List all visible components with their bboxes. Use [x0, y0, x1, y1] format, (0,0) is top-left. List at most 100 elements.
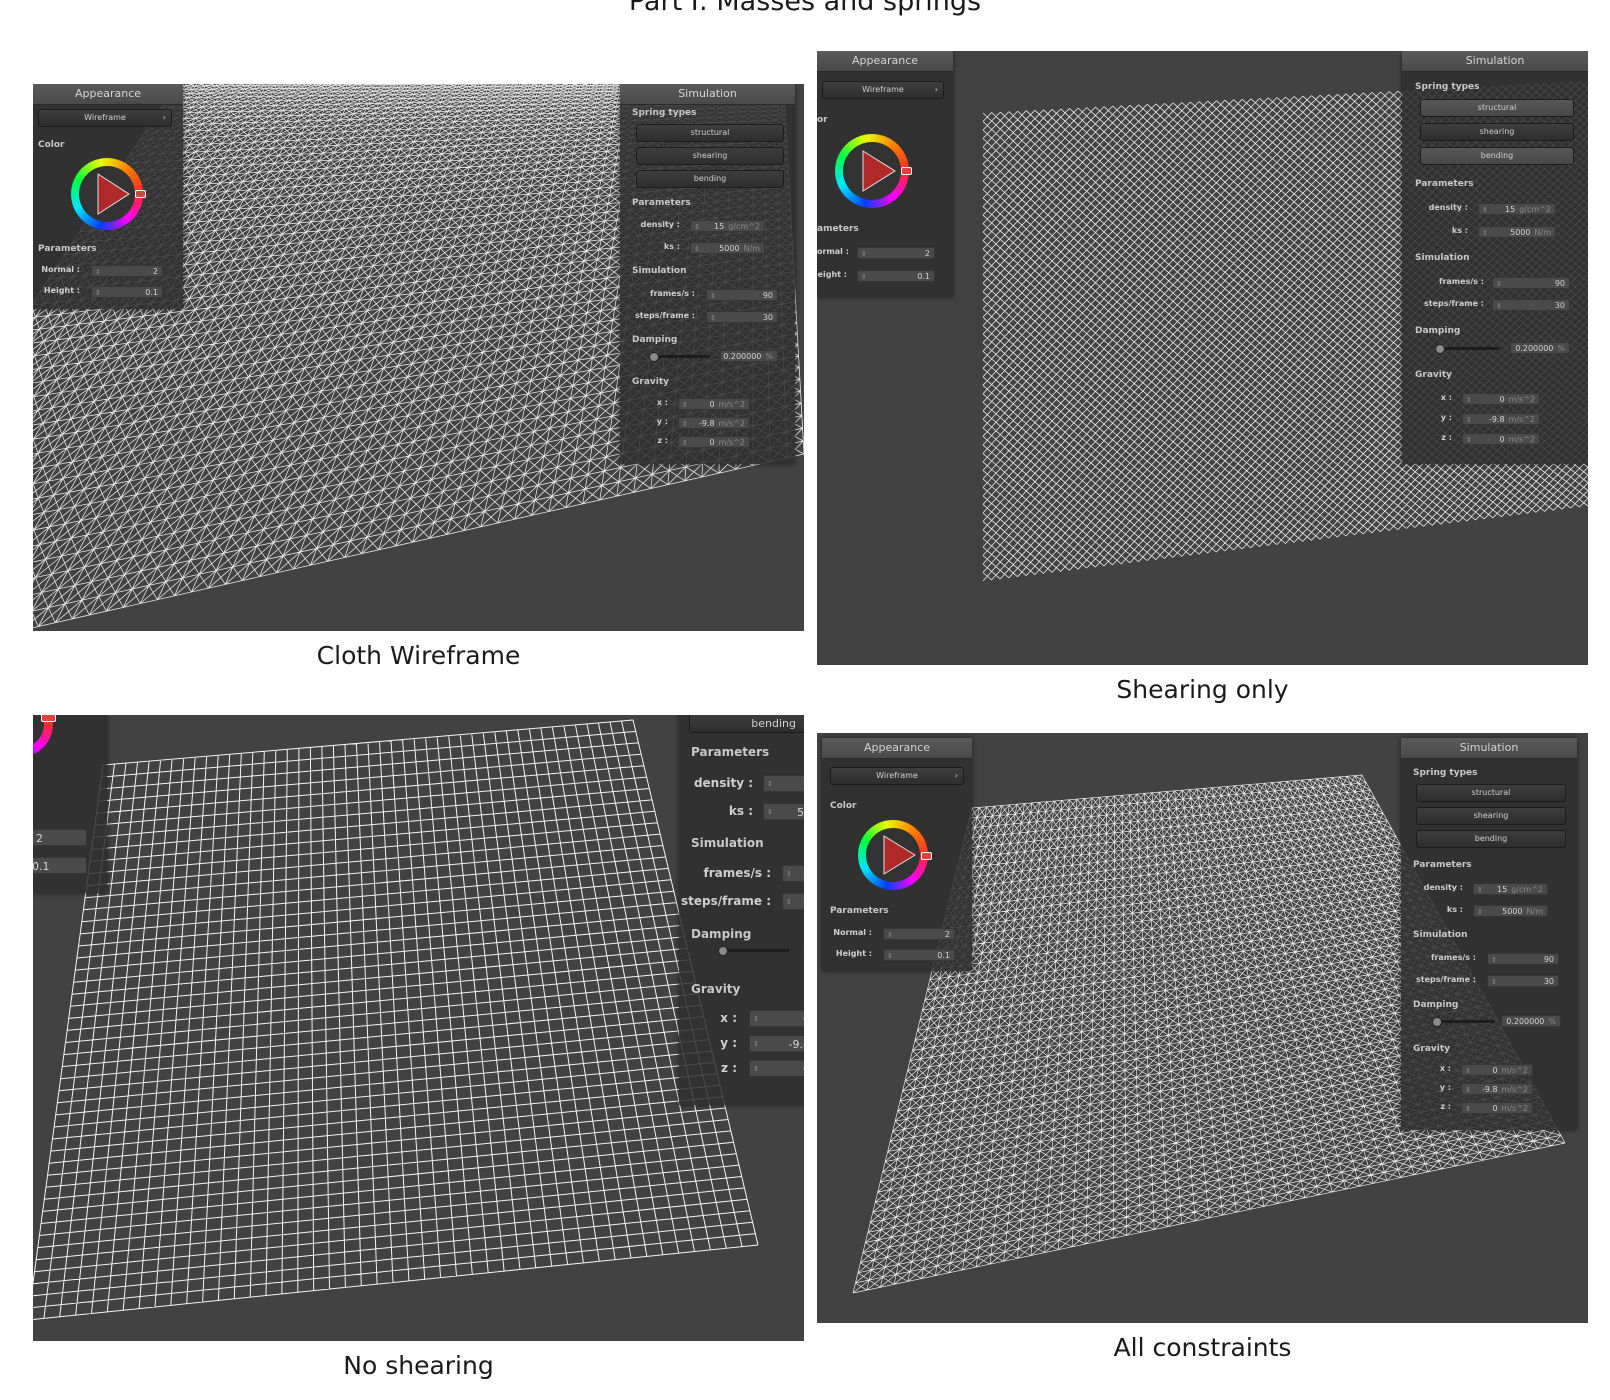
- normal-field[interactable]: 2: [33, 829, 87, 846]
- color-wheel[interactable]: [33, 715, 56, 757]
- damping-knob[interactable]: [649, 352, 660, 362]
- viewport-cloth-wireframe[interactable]: Appearance Wireframe › Color Parameters …: [33, 84, 804, 631]
- ks-field[interactable]: ⇕500: [763, 803, 804, 820]
- damping-field[interactable]: 0.200000%: [720, 350, 778, 362]
- viewport-shearing-only[interactable]: Appearance Wireframe › or ameters ormal …: [817, 51, 1588, 665]
- gravity-z-label: z :: [1440, 1102, 1451, 1111]
- appearance-window[interactable]: Appearance Wireframe › Color Parameters …: [822, 738, 972, 971]
- gravity-y-field[interactable]: ⇕-9.8: [749, 1035, 804, 1052]
- window-title[interactable]: Appearance: [33, 84, 183, 105]
- ks-field[interactable]: ⇕ 5000 N/m: [690, 242, 765, 254]
- density-field[interactable]: ⇕ 15 g/cm^2: [690, 220, 765, 232]
- damping-label: Damping: [691, 927, 752, 941]
- gravity-z-field[interactable]: ⇕ 0 m/s^2: [1462, 433, 1540, 445]
- damping-knob[interactable]: [1435, 344, 1446, 354]
- gravity-x-field[interactable]: ⇕0: [749, 1010, 804, 1027]
- fps-value: 90: [762, 291, 773, 300]
- density-unit: g/cm^2: [1511, 885, 1543, 894]
- window-title[interactable]: Simulation: [1401, 738, 1577, 759]
- shader-select[interactable]: Wireframe ›: [822, 81, 944, 99]
- damping-slider[interactable]: [718, 946, 789, 956]
- steps-field[interactable]: ⇕ 30: [706, 311, 778, 323]
- steps-field[interactable]: ⇕ 30: [1487, 975, 1559, 987]
- shearing-toggle[interactable]: shearing: [1416, 807, 1566, 825]
- fps-field[interactable]: ⇕: [782, 865, 804, 882]
- structural-toggle[interactable]: structural: [636, 124, 784, 142]
- normal-field[interactable]: ⇕ 2: [91, 265, 163, 277]
- ks-field[interactable]: ⇕ 5000 N/m: [1473, 905, 1548, 917]
- shader-select[interactable]: Wireframe ›: [830, 767, 964, 785]
- damping-field[interactable]: 0.200000%: [1501, 1015, 1561, 1027]
- steps-value: 30: [1543, 977, 1554, 986]
- gravity-unit: m/s^2: [718, 438, 745, 447]
- gravity-x-field[interactable]: ⇕ 0 m/s^2: [1462, 393, 1540, 405]
- bending-toggle[interactable]: bending: [1420, 147, 1574, 165]
- gravity-unit: m/s^2: [1508, 395, 1535, 404]
- gravity-z-field[interactable]: ⇕ 0 m/s^2: [1461, 1102, 1533, 1114]
- appearance-window[interactable]: 2 0.1: [33, 715, 107, 893]
- window-title[interactable]: Appearance: [822, 738, 972, 759]
- spring-types-label: Spring types: [1413, 768, 1478, 778]
- fps-field[interactable]: ⇕ 90: [1487, 953, 1559, 965]
- gravity-z-field[interactable]: ⇕0: [749, 1060, 804, 1077]
- height-field[interactable]: ⇕ 0.1: [883, 949, 955, 961]
- density-field[interactable]: ⇕ 15 g/cm^2: [1478, 203, 1556, 215]
- window-title[interactable]: Simulation: [620, 84, 795, 105]
- viewport-no-shearing[interactable]: 2 0.1 bending Parameters density : ⇕15 k…: [33, 715, 804, 1341]
- structural-toggle[interactable]: structural: [1420, 99, 1574, 117]
- steps-field[interactable]: ⇕ 30: [1492, 299, 1570, 311]
- color-wheel[interactable]: [835, 134, 912, 208]
- height-field[interactable]: 0.1: [33, 857, 87, 874]
- density-field[interactable]: ⇕15: [763, 775, 804, 792]
- bending-toggle[interactable]: bending: [1416, 830, 1566, 848]
- shader-select[interactable]: Wireframe ›: [38, 109, 172, 127]
- damping-field[interactable]: 0.200000%: [1510, 342, 1570, 354]
- height-label: Height :: [43, 286, 80, 295]
- height-label: eight :: [817, 270, 847, 279]
- damping-slider[interactable]: [1435, 344, 1500, 354]
- color-wheel[interactable]: [858, 820, 932, 890]
- appearance-window[interactable]: Appearance Wireframe › Color Parameters …: [33, 84, 183, 309]
- shader-select-value: Wireframe: [84, 113, 126, 122]
- simulation-window[interactable]: Simulation Spring types structural shear…: [1402, 51, 1588, 464]
- fps-field[interactable]: ⇕ 90: [706, 289, 778, 301]
- steps-field[interactable]: ⇕: [782, 893, 804, 910]
- density-field[interactable]: ⇕ 15 g/cm^2: [1473, 883, 1548, 895]
- damping-field[interactable]: [803, 943, 804, 960]
- structural-toggle[interactable]: structural: [1416, 784, 1566, 802]
- window-title[interactable]: Appearance: [817, 51, 953, 72]
- parameters-label: Parameters: [1415, 179, 1474, 189]
- gravity-y-field[interactable]: ⇕ -9.8 m/s^2: [1462, 413, 1540, 425]
- gravity-y-field[interactable]: ⇕ -9.8 m/s^2: [1461, 1083, 1533, 1095]
- height-field[interactable]: ⇕ 0.1: [91, 286, 163, 298]
- gravity-x-label: x :: [1440, 393, 1452, 402]
- simulation-window[interactable]: Simulation Spring types structural shear…: [620, 84, 795, 464]
- gravity-y-label: y :: [720, 1036, 737, 1050]
- caption-all-constraints: All constraints: [1113, 1333, 1292, 1362]
- damping-knob[interactable]: [1432, 1017, 1443, 1027]
- gravity-x-field[interactable]: ⇕ 0 m/s^2: [1461, 1064, 1533, 1076]
- normal-field[interactable]: ⇕ 2: [883, 928, 955, 940]
- fps-field[interactable]: ⇕ 90: [1492, 277, 1570, 289]
- gravity-x-field[interactable]: ⇕ 0 m/s^2: [678, 398, 750, 410]
- viewport-all-constraints[interactable]: Appearance Wireframe › Color Parameters …: [817, 733, 1588, 1323]
- damping-slider[interactable]: [1432, 1017, 1495, 1027]
- appearance-window[interactable]: Appearance Wireframe › or ameters ormal …: [817, 51, 953, 297]
- damping-slider[interactable]: [649, 352, 710, 362]
- shearing-toggle[interactable]: shearing: [636, 147, 784, 165]
- bending-toggle[interactable]: bending: [689, 715, 804, 733]
- simulation-window[interactable]: bending Parameters density : ⇕15 ks : ⇕5…: [679, 715, 804, 1105]
- gravity-z-field[interactable]: ⇕ 0 m/s^2: [678, 436, 750, 448]
- bending-toggle[interactable]: bending: [636, 170, 784, 188]
- shearing-toggle[interactable]: shearing: [1420, 123, 1574, 141]
- ks-field[interactable]: ⇕ 5000 N/m: [1478, 226, 1556, 238]
- simulation-window[interactable]: Simulation Spring types structural shear…: [1401, 738, 1577, 1130]
- color-wheel[interactable]: [71, 158, 146, 230]
- density-label: density :: [1423, 883, 1463, 892]
- height-label: Height :: [835, 949, 872, 958]
- damping-knob[interactable]: [718, 946, 729, 956]
- window-title[interactable]: Simulation: [1402, 51, 1588, 72]
- height-field[interactable]: ⇕ 0.1: [857, 270, 935, 282]
- normal-field[interactable]: ⇕ 2: [857, 247, 935, 259]
- gravity-y-field[interactable]: ⇕ -9.8 m/s^2: [678, 417, 750, 429]
